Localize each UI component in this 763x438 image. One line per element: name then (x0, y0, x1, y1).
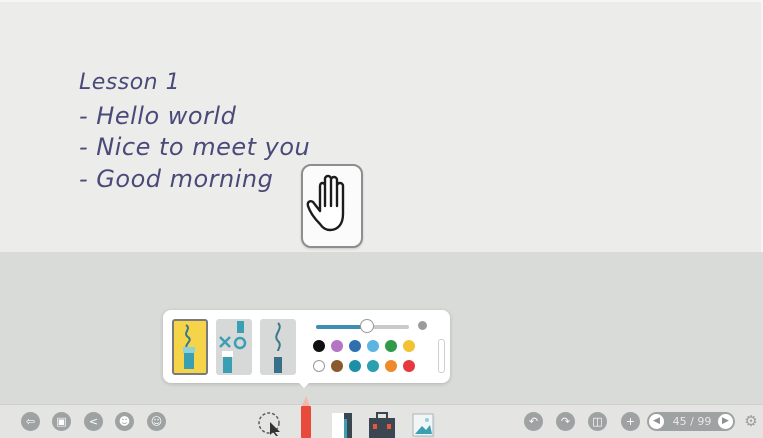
color-swatch[interactable] (367, 340, 379, 352)
redo-button[interactable]: ↷ (556, 412, 575, 431)
redo-icon: ↷ (560, 415, 571, 428)
account-settings-button[interactable]: ☺ (147, 412, 166, 431)
pen-icon[interactable] (298, 396, 314, 438)
share-button[interactable]: < (84, 412, 103, 431)
color-swatch[interactable] (313, 360, 325, 372)
brush-pen-option[interactable] (260, 319, 296, 375)
toolbox-icon[interactable] (367, 411, 397, 438)
color-swatch[interactable] (331, 360, 343, 372)
add-user-icon: ☻ (118, 415, 131, 428)
opacity-slider[interactable] (438, 339, 445, 373)
page-number: 45 / 99 (672, 415, 712, 428)
exit-button[interactable]: ⇦ (21, 412, 40, 431)
page-view-icon: ◫ (592, 415, 603, 428)
exit-icon: ⇦ (25, 415, 36, 428)
stroke-size-preview (418, 321, 427, 330)
undo-icon: ↶ (528, 415, 539, 428)
note-line-3: - Good morning (79, 165, 274, 193)
lesson-title: Lesson 1 (79, 70, 181, 95)
color-swatch[interactable] (385, 340, 397, 352)
prev-page-button[interactable]: ◀ (649, 414, 664, 429)
next-page-button[interactable]: ▶ (718, 414, 733, 429)
add-page-button[interactable]: + (621, 412, 640, 431)
undo-button[interactable]: ↶ (524, 412, 543, 431)
color-swatch[interactable] (349, 360, 361, 372)
share-icon: < (88, 415, 99, 428)
highlighter-pen-icon (183, 324, 195, 369)
chevron-right-icon: ▶ (722, 416, 729, 426)
gear-icon: ⚙ (744, 412, 758, 430)
chevron-left-icon: ◀ (653, 416, 660, 426)
page-view-button[interactable]: ◫ (588, 412, 607, 431)
highlighter-pen-option[interactable] (172, 319, 208, 375)
color-swatch[interactable] (403, 360, 415, 372)
hand-pan-cursor[interactable] (301, 164, 363, 248)
add-page-icon: + (625, 415, 636, 428)
popup-pointer (297, 381, 311, 388)
marker-pen-icon (219, 321, 247, 373)
color-swatch[interactable] (313, 340, 325, 352)
color-swatch[interactable] (331, 340, 343, 352)
select-icon[interactable] (256, 410, 284, 436)
brush-pen-icon (274, 322, 282, 373)
color-swatch[interactable] (367, 360, 379, 372)
eraser-icon[interactable] (330, 411, 354, 438)
settings-button[interactable]: ⚙ (743, 413, 759, 429)
add-user-button[interactable]: ☻ (115, 412, 134, 431)
note-line-2: - Nice to meet you (79, 133, 311, 161)
save-button[interactable]: ▣ (52, 412, 71, 431)
account-settings-icon: ☺ (150, 415, 163, 428)
color-swatch[interactable] (403, 340, 415, 352)
note-line-1: - Hello world (79, 102, 237, 130)
save-icon: ▣ (56, 415, 67, 428)
marker-pen-option[interactable] (216, 319, 252, 375)
whiteboard-canvas[interactable]: Lesson 1 - Hello world - Nice to meet yo… (0, 0, 763, 252)
color-swatch[interactable] (349, 340, 361, 352)
color-swatch[interactable] (385, 360, 397, 372)
stroke-size-slider[interactable] (316, 319, 409, 333)
hand-icon (306, 174, 345, 232)
insert-image-icon[interactable] (412, 413, 436, 438)
